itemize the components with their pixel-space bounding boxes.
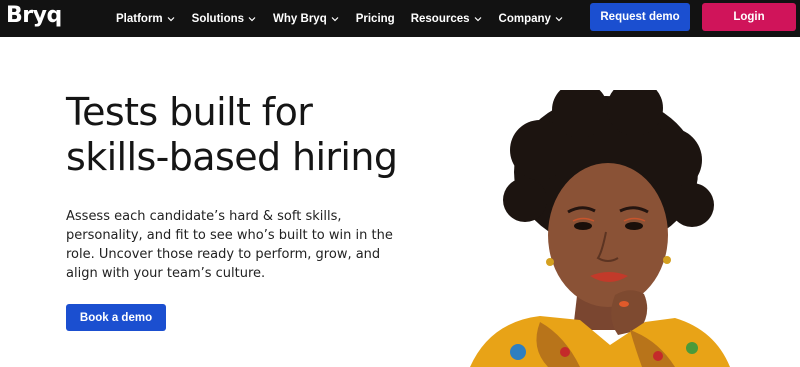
bryq-logo[interactable]: Bryq (6, 3, 62, 29)
nav-item-resources[interactable]: Resources (411, 13, 483, 25)
nav-item-pricing[interactable]: Pricing (356, 13, 395, 25)
nav-item-label: Company (498, 12, 551, 25)
hero-title-line-1: Tests built for (66, 90, 313, 134)
nav-item-label: Why Bryq (273, 12, 327, 25)
hero-title: Tests built for skills-based hiring (66, 90, 446, 180)
request-demo-button[interactable]: Request demo (590, 3, 690, 31)
book-demo-button[interactable]: Book a demo (66, 304, 166, 331)
nav-item-label: Pricing (355, 12, 395, 25)
nav-item-platform[interactable]: Platform (116, 13, 176, 25)
chevron-down-icon (166, 14, 176, 24)
nav-item-solutions[interactable]: Solutions (192, 13, 257, 25)
chevron-down-icon (330, 14, 340, 24)
chevron-down-icon (554, 14, 564, 24)
main-nav: Platform Solutions Why Bryq Pricing Reso… (116, 0, 580, 37)
hero-title-line-2: skills-based hiring (66, 135, 398, 179)
nav-item-company[interactable]: Company (499, 13, 564, 25)
nav-item-label: Resources (410, 12, 470, 25)
nav-item-label: Solutions (191, 12, 245, 25)
login-button[interactable]: Login (702, 3, 796, 31)
chevron-down-icon (473, 14, 483, 24)
chevron-down-icon (247, 14, 257, 24)
nav-item-why-bryq[interactable]: Why Bryq (273, 13, 340, 25)
smiling-woman-portrait-icon (430, 90, 730, 367)
top-nav-bar: Bryq Platform Solutions Why Bryq Pricing… (0, 0, 800, 37)
hero-description: Assess each candidate’s hard & soft skil… (66, 209, 393, 281)
nav-item-label: Platform (116, 12, 163, 25)
